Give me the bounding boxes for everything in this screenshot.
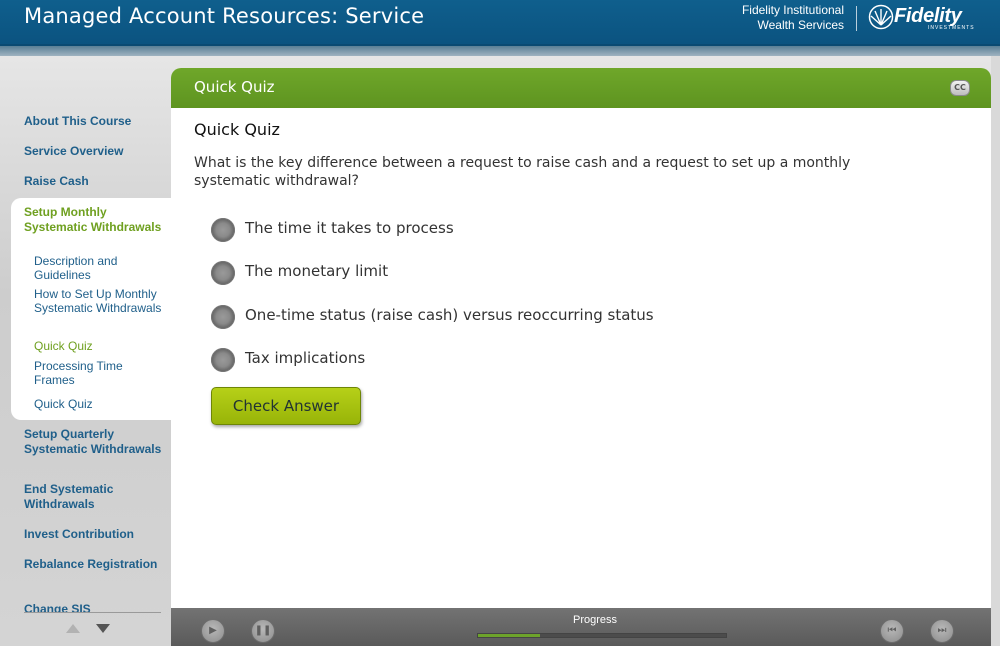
previous-button[interactable]: ⏮ [880, 619, 904, 643]
subnav-item-description[interactable]: Description and Guidelines [34, 254, 164, 282]
answer-label[interactable]: The monetary limit [245, 262, 388, 280]
progress-fill [478, 634, 540, 637]
nav-item-setup-quarterly[interactable]: Setup Quarterly Systematic Withdrawals [24, 427, 164, 457]
answer-label[interactable]: One-time status (raise cash) versus reoc… [245, 306, 654, 324]
radio-button[interactable] [211, 305, 235, 329]
answer-label[interactable]: The time it takes to process [245, 219, 454, 237]
skip-forward-icon: ⏭ [937, 625, 947, 636]
institution-line-1: Fidelity Institutional [741, 3, 844, 17]
player-controls: ▶ ❚❚ Progress ⏮ ⏭ [171, 608, 991, 646]
course-title: Managed Account Resources: Service [24, 4, 425, 28]
nav-item-setup-monthly[interactable]: Setup Monthly Systematic Withdrawals [24, 205, 164, 235]
institution-name: Fidelity Institutional Wealth Services [742, 3, 844, 33]
header-band [0, 46, 1000, 56]
play-button[interactable]: ▶ [201, 619, 225, 643]
nav-item-end-systematic[interactable]: End Systematic Withdrawals [24, 482, 164, 512]
nav-item-change-sis[interactable]: Change SIS [24, 602, 164, 612]
nav-item-rebalance[interactable]: Rebalance Registration [24, 557, 164, 572]
content-panel: Quick Quiz CC Quick Quiz What is the key… [171, 68, 991, 646]
sidebar-divider [24, 612, 161, 613]
nav-item-raise-cash[interactable]: Raise Cash [24, 174, 164, 189]
play-icon: ▶ [209, 625, 217, 636]
content-bar-title: Quick Quiz [194, 78, 275, 96]
progress-bar [477, 633, 727, 638]
progress-label: Progress [573, 614, 618, 626]
subnav-item-how-to-setup[interactable]: How to Set Up Monthly Systematic Withdra… [34, 287, 164, 315]
closed-captions-button[interactable]: CC [950, 80, 970, 96]
skip-back-icon: ⏮ [887, 625, 897, 636]
nav-item-invest-contribution[interactable]: Invest Contribution [24, 527, 164, 542]
nav-item-about[interactable]: About This Course [24, 114, 164, 129]
logo-subtext: INVESTMENTS [928, 25, 975, 31]
scroll-up-icon[interactable] [66, 624, 80, 633]
pause-button[interactable]: ❚❚ [251, 619, 275, 643]
nav-item-service-overview[interactable]: Service Overview [24, 144, 164, 159]
fidelity-sunburst-icon [868, 4, 894, 30]
fidelity-logo: Fidelity INVESTMENTS [868, 3, 990, 33]
quiz-heading: Quick Quiz [194, 120, 280, 139]
content-title-bar: Quick Quiz CC [171, 68, 991, 108]
app-header: Managed Account Resources: Service Fidel… [0, 0, 1000, 46]
scroll-down-icon[interactable] [96, 624, 110, 633]
header-divider [856, 6, 857, 31]
radio-button[interactable] [211, 218, 235, 242]
institution-line-2: Wealth Services [757, 18, 844, 32]
check-answer-button[interactable]: Check Answer [211, 387, 361, 425]
subnav-item-quick-quiz-current[interactable]: Quick Quiz [34, 339, 164, 353]
subnav-item-quick-quiz[interactable]: Quick Quiz [34, 397, 164, 411]
radio-button[interactable] [211, 348, 235, 372]
right-edge [991, 56, 1000, 646]
quiz-question: What is the key difference between a req… [194, 155, 851, 189]
next-button[interactable]: ⏭ [930, 619, 954, 643]
subnav-item-processing-time[interactable]: Processing Time Frames [34, 359, 164, 387]
answer-label[interactable]: Tax implications [245, 349, 365, 367]
radio-button[interactable] [211, 261, 235, 285]
pause-icon: ❚❚ [254, 625, 272, 636]
